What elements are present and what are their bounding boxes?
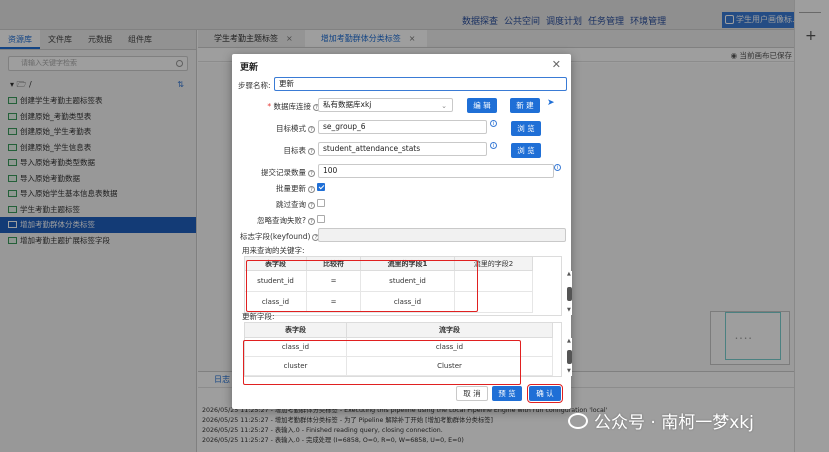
flag-field-input[interactable] bbox=[318, 228, 566, 242]
edit-button[interactable]: 编 辑 bbox=[467, 98, 497, 113]
preview-button[interactable]: 预 览 bbox=[492, 386, 522, 401]
schema-input[interactable]: se_group_6 bbox=[318, 120, 487, 134]
skip-lookup-checkbox[interactable] bbox=[317, 199, 325, 207]
dialog-title: 更新 bbox=[240, 63, 259, 73]
watermark: 公众号 · 南柯一梦xkj bbox=[568, 408, 754, 433]
commit-size-input[interactable]: 100 bbox=[318, 164, 554, 178]
browse-schema-button[interactable]: 浏 览 bbox=[511, 121, 541, 136]
table-input[interactable]: student_attendance_stats bbox=[318, 142, 487, 156]
help-icon: ? bbox=[308, 147, 315, 155]
keys-section-title: 用来查询的关键字: bbox=[242, 246, 305, 255]
send-icon[interactable]: ➤ bbox=[547, 98, 555, 108]
db-conn-label: * 数据库连接? bbox=[262, 101, 320, 112]
chevron-down-icon: ⌄ bbox=[441, 102, 447, 110]
batch-update-checkbox[interactable] bbox=[317, 183, 325, 191]
help-icon: ? bbox=[308, 217, 315, 225]
scroll-thumb bbox=[567, 350, 572, 364]
ignore-failure-checkbox[interactable] bbox=[317, 215, 325, 223]
db-conn-value: 私有数据库xkj bbox=[323, 100, 372, 109]
commit-size-label: 提交记录数量? bbox=[252, 167, 315, 178]
wechat-icon bbox=[568, 412, 588, 429]
help-icon: ? bbox=[308, 201, 315, 209]
flag-field-label: 标志字段(keyfound)? bbox=[240, 231, 320, 242]
col-stream-field: 流字段 bbox=[347, 323, 553, 338]
help-icon: ? bbox=[308, 185, 315, 193]
cancel-button[interactable]: 取 消 bbox=[456, 386, 488, 401]
update-section-title: 更新字段: bbox=[242, 312, 275, 321]
scroll-up-icon: ▲ bbox=[567, 271, 571, 277]
table-header: 表字段 流字段 bbox=[245, 323, 553, 338]
browse-table-button[interactable]: 浏 览 bbox=[511, 143, 541, 158]
scroll-thumb bbox=[567, 287, 572, 301]
step-name-input[interactable]: 更新 bbox=[274, 77, 567, 91]
help-icon: ? bbox=[308, 169, 315, 177]
close-icon[interactable]: ✕ bbox=[552, 58, 561, 71]
scroll-up-icon: ▲ bbox=[567, 338, 571, 344]
ok-button[interactable]: 确 认 bbox=[527, 384, 563, 403]
col-table-field: 表字段 bbox=[245, 323, 347, 338]
scrollbar[interactable]: ▲ ▼ bbox=[567, 271, 572, 315]
schema-label: 目标模式? bbox=[262, 123, 315, 134]
skip-lookup-label: 跳过查询? bbox=[262, 199, 315, 210]
watermark-text: 公众号 · 南柯一梦xkj bbox=[594, 413, 754, 433]
scroll-down-icon: ▼ bbox=[567, 307, 571, 313]
update-dialog: 更新 ✕ 步骤名称: 更新 * 数据库连接? 私有数据库xkj ⌄ 编 辑 新 建… bbox=[232, 54, 572, 409]
ignore-failure-label: 忽略查询失败?? bbox=[242, 215, 315, 226]
scroll-down-icon: ▼ bbox=[567, 368, 571, 374]
info-icon: i bbox=[554, 164, 561, 171]
highlight-box bbox=[243, 340, 521, 385]
info-icon: i bbox=[490, 120, 497, 127]
highlight-box bbox=[246, 260, 478, 312]
scrollbar[interactable]: ▲ ▼ bbox=[567, 338, 572, 376]
batch-update-label: 批量更新? bbox=[262, 183, 315, 194]
table-label: 目标表? bbox=[262, 145, 315, 156]
info-icon: i bbox=[490, 142, 497, 149]
db-conn-select[interactable]: 私有数据库xkj ⌄ bbox=[318, 98, 453, 112]
new-button[interactable]: 新 建 bbox=[510, 98, 540, 113]
help-icon: ? bbox=[308, 125, 315, 133]
step-name-label: 步骤名称: bbox=[238, 81, 271, 90]
